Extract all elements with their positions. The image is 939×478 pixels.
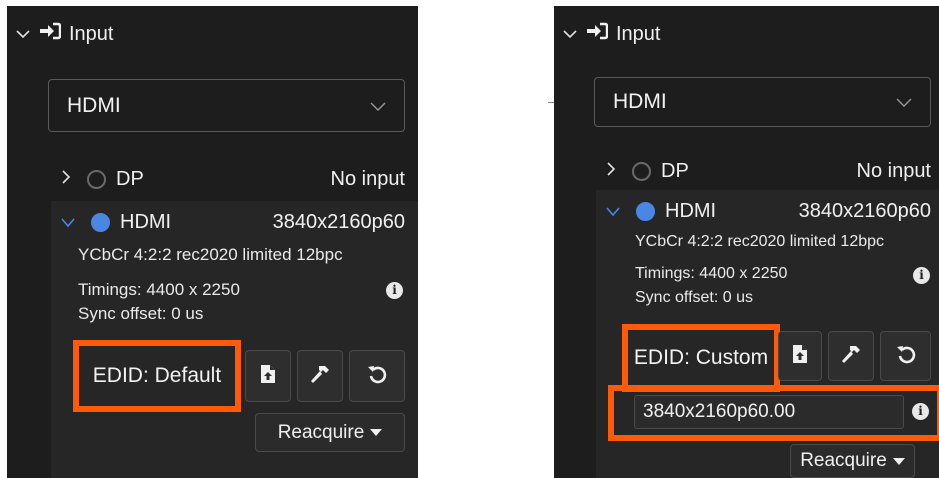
chevron-down-icon[interactable]: [61, 211, 75, 234]
file-upload-icon: [792, 344, 808, 369]
custom-timing-value: 3840x2160p60.00: [643, 401, 796, 422]
chevron-right-icon[interactable]: [61, 168, 71, 191]
reacquire-button[interactable]: Reacquire: [790, 444, 915, 478]
edid-label-text: EDID: Default: [92, 364, 222, 387]
upload-edid-button[interactable]: [245, 350, 291, 402]
chevron-down-icon: [370, 94, 386, 118]
edid-status-label: EDID: Default: [73, 340, 241, 412]
source-radio-dp[interactable]: [87, 169, 106, 189]
color-format-text: YCbCr 4:2:2 rec2020 limited 12bpc: [78, 245, 343, 264]
source-name: HDMI: [120, 210, 172, 233]
input-panel-custom: Input HDMI DP No input HDMI 3840x2160p60…: [554, 6, 939, 478]
reset-edid-button[interactable]: [880, 331, 931, 381]
undo-icon: [367, 364, 387, 389]
source-row-dp[interactable]: DP No input: [606, 158, 931, 184]
info-icon[interactable]: i: [912, 403, 929, 420]
chevron-down-icon[interactable]: [606, 200, 620, 223]
source-name: HDMI: [665, 199, 717, 222]
source-resolution: 3840x2160p60: [798, 199, 931, 222]
edid-status-label: EDID: Custom: [622, 324, 780, 392]
edid-tools-button[interactable]: [828, 331, 874, 381]
chevron-down-icon: [896, 90, 912, 114]
source-row-dp[interactable]: DP No input: [61, 166, 405, 192]
input-panel-default: Input HDMI DP No input HDMI 3840x2160p60…: [7, 6, 418, 478]
chevron-down-icon[interactable]: [15, 26, 31, 42]
source-status: No input: [856, 159, 932, 182]
triangle-down-icon: [892, 457, 905, 465]
edid-label-text: EDID: Custom: [633, 346, 769, 369]
custom-timing-field[interactable]: 3840x2160p60.00: [634, 395, 904, 429]
info-icon[interactable]: i: [386, 282, 403, 299]
source-name: DP: [661, 159, 689, 182]
input-section-header[interactable]: Input: [562, 22, 660, 46]
source-row-hdmi[interactable]: HDMI 3840x2160p60: [61, 209, 405, 235]
reacquire-label: Reacquire: [800, 450, 887, 471]
sync-offset-text: Sync offset: 0 us: [78, 304, 204, 323]
reset-edid-button[interactable]: [349, 350, 405, 402]
input-source-select[interactable]: HDMI: [48, 79, 405, 132]
source-radio-hdmi[interactable]: [636, 201, 655, 221]
color-format-text: YCbCr 4:2:2 rec2020 limited 12bpc: [635, 233, 885, 250]
sync-offset-text: Sync offset: 0 us: [635, 289, 753, 306]
chevron-down-icon[interactable]: [562, 26, 578, 42]
sign-in-icon: [586, 22, 609, 46]
undo-icon: [896, 344, 916, 369]
file-upload-icon: [260, 364, 276, 389]
edid-tools-button[interactable]: [297, 350, 343, 402]
source-radio-hdmi[interactable]: [91, 212, 110, 232]
source-status: No input: [330, 167, 406, 190]
info-icon[interactable]: i: [913, 267, 930, 284]
hammer-icon: [309, 364, 331, 389]
input-section-header[interactable]: Input: [15, 22, 113, 46]
source-name: DP: [116, 167, 144, 190]
timings-text: Timings: 4400 x 2250: [635, 265, 788, 282]
input-source-select[interactable]: HDMI: [594, 77, 931, 127]
select-value: HDMI: [613, 90, 667, 113]
source-row-hdmi[interactable]: HDMI 3840x2160p60: [606, 198, 931, 224]
section-title: Input: [616, 22, 661, 45]
upload-edid-button[interactable]: [778, 331, 822, 381]
reacquire-label: Reacquire: [277, 421, 365, 443]
hammer-icon: [840, 344, 862, 369]
select-value: HDMI: [67, 93, 121, 117]
source-radio-dp[interactable]: [632, 161, 651, 181]
section-title: Input: [69, 22, 114, 45]
sign-in-icon: [39, 22, 62, 46]
source-resolution: 3840x2160p60: [272, 210, 405, 233]
chevron-right-icon[interactable]: [606, 160, 616, 183]
triangle-down-icon: [370, 429, 383, 436]
timings-text: Timings: 4400 x 2250: [78, 280, 240, 299]
reacquire-button[interactable]: Reacquire: [255, 413, 405, 452]
